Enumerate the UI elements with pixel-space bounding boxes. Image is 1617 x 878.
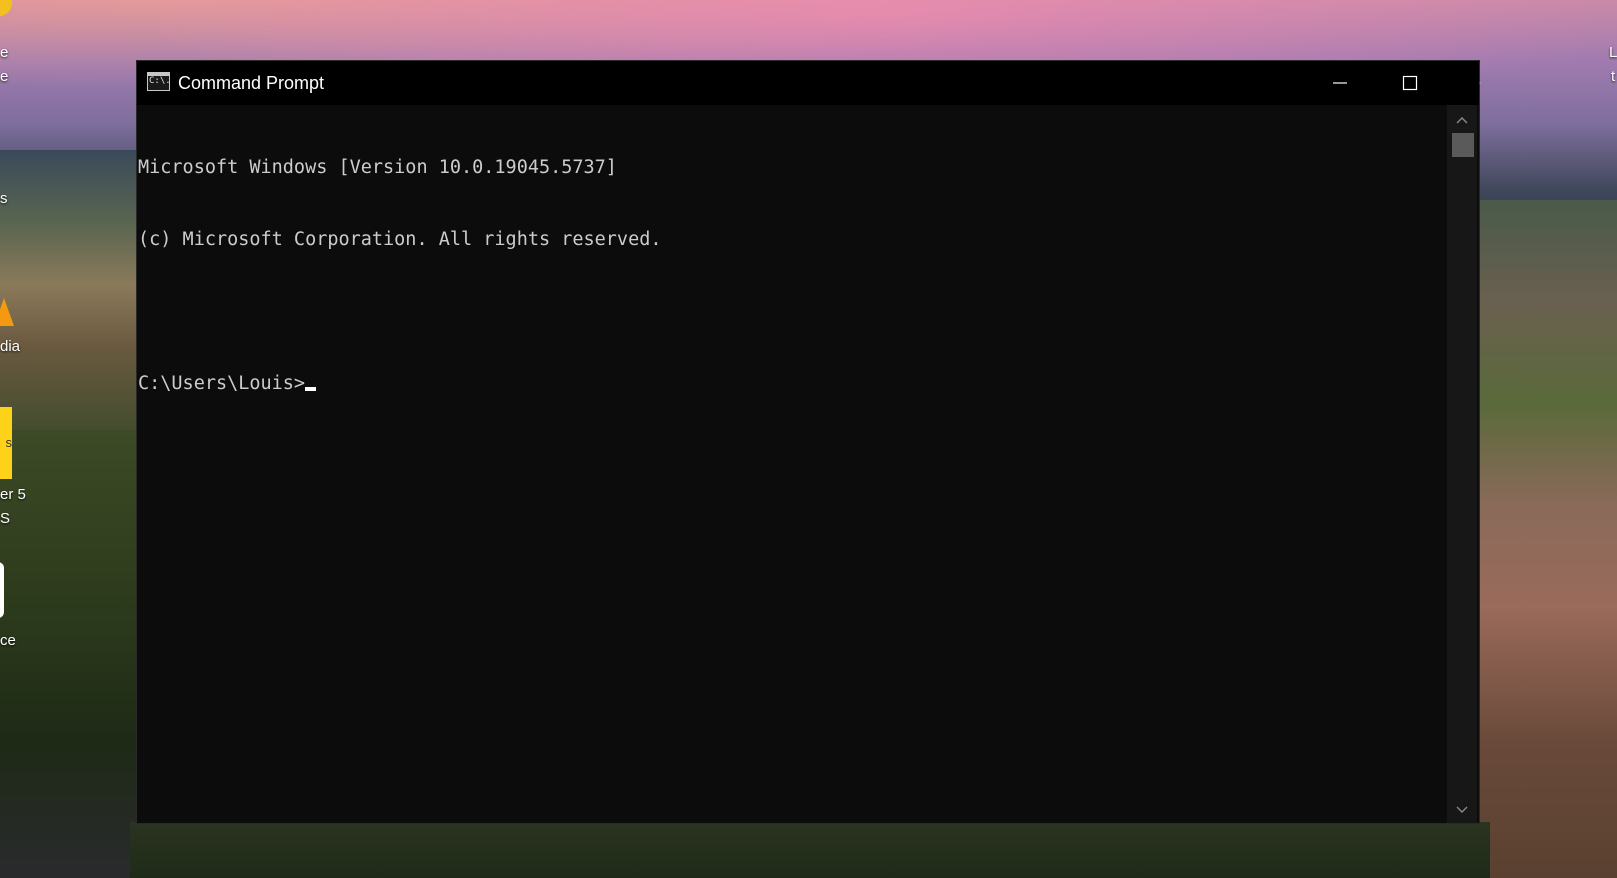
desktop-icon-label[interactable]: L — [1609, 44, 1617, 61]
vertical-scrollbar[interactable] — [1447, 105, 1477, 823]
scroll-thumb[interactable] — [1452, 133, 1474, 157]
console-prompt: C:\Users\Louis> — [138, 373, 306, 394]
minimize-button[interactable] — [1305, 61, 1375, 105]
chevron-up-icon — [1456, 117, 1468, 124]
maximize-icon — [1402, 75, 1418, 91]
desktop-app-icon[interactable]: s — [0, 407, 12, 479]
title-bar[interactable]: C:\. Command Prompt — [137, 61, 1481, 105]
scroll-down-button[interactable] — [1447, 799, 1477, 821]
command-prompt-window[interactable]: C:\. Command Prompt Microsoft Windows [V… — [136, 60, 1481, 824]
desktop-icon-label[interactable]: e — [0, 44, 8, 61]
wallpaper-castle-wall — [1480, 200, 1617, 878]
desktop-icon-label[interactable]: ce — [0, 632, 16, 649]
desktop-icon-label[interactable]: dia — [0, 338, 20, 355]
text-cursor — [305, 387, 317, 391]
console-output[interactable]: Microsoft Windows [Version 10.0.19045.57… — [137, 105, 1447, 823]
console-line: (c) Microsoft Corporation. All rights re… — [138, 229, 662, 250]
window-title: Command Prompt — [178, 73, 325, 93]
console-line: Microsoft Windows [Version 10.0.19045.57… — [138, 157, 617, 178]
desktop-icon-label[interactable]: t — [1611, 68, 1615, 85]
chevron-down-icon — [1456, 806, 1468, 813]
vlc-icon[interactable] — [0, 298, 14, 326]
maximize-button[interactable] — [1375, 61, 1445, 105]
desktop: e e s dia s er 5 S ce L t C:\. Command P… — [0, 0, 1617, 878]
desktop-icon-label[interactable]: s — [0, 190, 8, 207]
desktop-icon-label[interactable]: S — [0, 510, 10, 527]
scroll-up-button[interactable] — [1447, 109, 1477, 131]
close-icon — [1479, 82, 1481, 84]
close-button[interactable] — [1445, 61, 1481, 105]
wallpaper-hills — [0, 150, 140, 450]
desktop-app-icon[interactable] — [0, 562, 4, 618]
console-prompt-line[interactable]: C:\Users\Louis> — [138, 372, 1447, 396]
minimize-icon — [1333, 82, 1347, 84]
desktop-icon-label[interactable]: e — [0, 68, 8, 85]
wallpaper-trees — [130, 822, 1490, 878]
desktop-icon-glyph: s — [5, 435, 13, 450]
cmd-icon[interactable]: C:\. — [147, 72, 170, 91]
cmd-icon-text: C:\. — [149, 76, 170, 86]
desktop-icon-label[interactable]: er 5 — [0, 486, 26, 503]
